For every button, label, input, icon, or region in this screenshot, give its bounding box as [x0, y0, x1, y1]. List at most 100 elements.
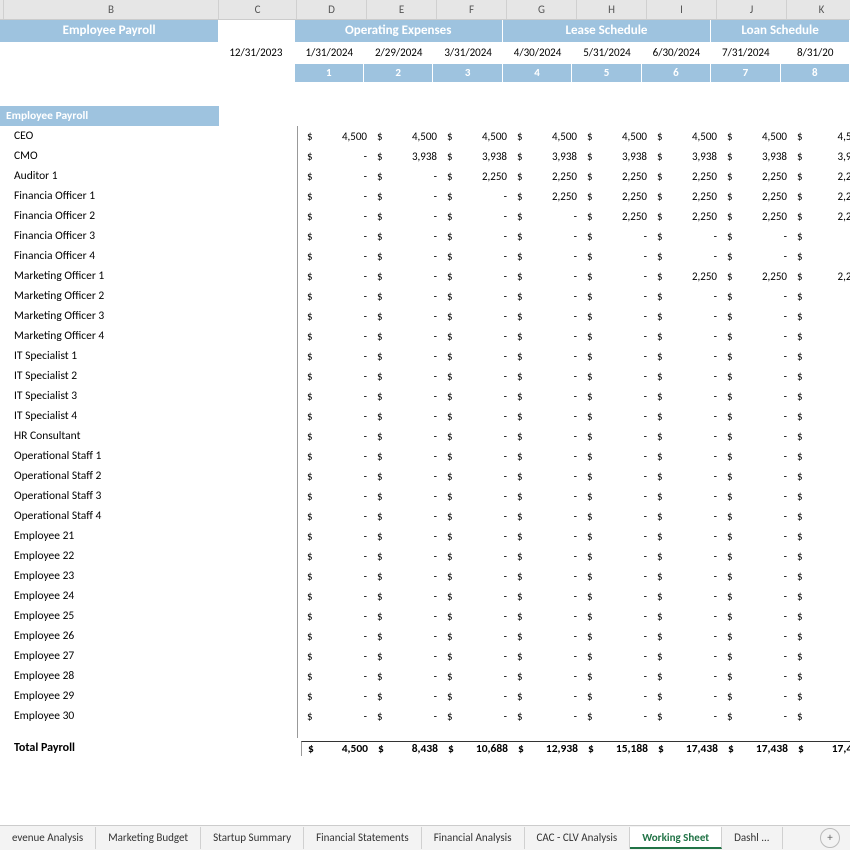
- date-cell[interactable]: 4/30/2024: [503, 42, 572, 64]
- amount-cell[interactable]: $-: [721, 550, 791, 563]
- table-row[interactable]: IT Specialist 2$-$-$-$-$-$-$-$-: [0, 366, 850, 386]
- amount-cell[interactable]: $-: [651, 350, 721, 363]
- amount-cell[interactable]: $-: [441, 710, 511, 723]
- amount-cell[interactable]: $-: [791, 590, 850, 603]
- amount-cell[interactable]: $-: [651, 510, 721, 523]
- amount-cell[interactable]: $-: [371, 630, 441, 643]
- amount-cell[interactable]: $-: [441, 250, 511, 263]
- period-cell[interactable]: 2: [364, 64, 433, 82]
- amount-cell[interactable]: $-: [511, 450, 581, 463]
- amount-cell[interactable]: $-: [581, 290, 651, 303]
- amount-cell[interactable]: $-: [441, 430, 511, 443]
- amount-cell[interactable]: $-: [441, 630, 511, 643]
- amount-cell[interactable]: $-: [301, 230, 371, 243]
- section-tab-lease[interactable]: Lease Schedule: [503, 20, 711, 42]
- date-cell[interactable]: 12/31/2023: [217, 42, 294, 64]
- amount-cell[interactable]: $-: [511, 690, 581, 703]
- table-row[interactable]: Marketing Officer 3$-$-$-$-$-$-$-$-: [0, 306, 850, 326]
- amount-cell[interactable]: $-: [511, 630, 581, 643]
- table-row[interactable]: IT Specialist 1$-$-$-$-$-$-$-$-: [0, 346, 850, 366]
- amount-cell[interactable]: $-: [651, 330, 721, 343]
- date-cell[interactable]: 2/29/2024: [364, 42, 433, 64]
- sheet-tab[interactable]: Financial Analysis: [422, 827, 525, 849]
- total-amount-cell[interactable]: $8,438: [372, 742, 442, 756]
- total-amount-cell[interactable]: $10,688: [442, 742, 512, 756]
- amount-cell[interactable]: $-: [651, 670, 721, 683]
- amount-cell[interactable]: $-: [371, 210, 441, 223]
- amount-cell[interactable]: $-: [441, 270, 511, 283]
- period-cell[interactable]: 4: [503, 64, 572, 82]
- amount-cell[interactable]: $3,938: [371, 150, 441, 163]
- amount-cell[interactable]: $-: [651, 250, 721, 263]
- amount-cell[interactable]: $3,938: [581, 150, 651, 163]
- amount-cell[interactable]: $2,250: [581, 210, 651, 223]
- amount-cell[interactable]: $-: [791, 230, 850, 243]
- amount-cell[interactable]: $-: [651, 610, 721, 623]
- date-cell[interactable]: 8/31/20: [781, 42, 850, 64]
- amount-cell[interactable]: $-: [581, 310, 651, 323]
- amount-cell[interactable]: $2,250: [581, 170, 651, 183]
- amount-cell[interactable]: $-: [721, 450, 791, 463]
- amount-cell[interactable]: $-: [441, 390, 511, 403]
- amount-cell[interactable]: $4,500: [301, 130, 371, 143]
- amount-cell[interactable]: $-: [651, 650, 721, 663]
- amount-cell[interactable]: $-: [371, 290, 441, 303]
- amount-cell[interactable]: $-: [581, 230, 651, 243]
- amount-cell[interactable]: $-: [581, 690, 651, 703]
- amount-cell[interactable]: $-: [441, 290, 511, 303]
- amount-cell[interactable]: $-: [651, 570, 721, 583]
- amount-cell[interactable]: $2,250: [651, 190, 721, 203]
- section-tab-opex[interactable]: Operating Expenses: [295, 20, 503, 42]
- date-cell[interactable]: 5/31/2024: [572, 42, 641, 64]
- amount-cell[interactable]: $-: [371, 470, 441, 483]
- amount-cell[interactable]: $-: [511, 430, 581, 443]
- amount-cell[interactable]: $-: [651, 630, 721, 643]
- table-row[interactable]: Employee 24$-$-$-$-$-$-$-$-: [0, 586, 850, 606]
- amount-cell[interactable]: $-: [301, 390, 371, 403]
- amount-cell[interactable]: $-: [581, 390, 651, 403]
- amount-cell[interactable]: $-: [791, 370, 850, 383]
- amount-cell[interactable]: $4,500: [721, 130, 791, 143]
- amount-cell[interactable]: $-: [791, 410, 850, 423]
- amount-cell[interactable]: $-: [791, 710, 850, 723]
- amount-cell[interactable]: $-: [511, 650, 581, 663]
- sheet-tab[interactable]: evenue Analysis: [0, 827, 96, 849]
- amount-cell[interactable]: $-: [791, 690, 850, 703]
- col-header-c[interactable]: C: [219, 0, 297, 19]
- amount-cell[interactable]: $-: [511, 670, 581, 683]
- sheet-tab[interactable]: Working Sheet: [630, 827, 722, 849]
- amount-cell[interactable]: $-: [441, 210, 511, 223]
- amount-cell[interactable]: $-: [371, 230, 441, 243]
- amount-cell[interactable]: $-: [721, 250, 791, 263]
- amount-cell[interactable]: $2,250: [651, 270, 721, 283]
- amount-cell[interactable]: $-: [441, 570, 511, 583]
- table-row[interactable]: Marketing Officer 4$-$-$-$-$-$-$-$-: [0, 326, 850, 346]
- amount-cell[interactable]: $-: [581, 410, 651, 423]
- amount-cell[interactable]: $-: [441, 450, 511, 463]
- amount-cell[interactable]: $4,500: [651, 130, 721, 143]
- amount-cell[interactable]: $-: [511, 370, 581, 383]
- amount-cell[interactable]: $-: [581, 250, 651, 263]
- amount-cell[interactable]: $-: [721, 410, 791, 423]
- sheet-tab[interactable]: Financial Statements: [304, 827, 422, 849]
- amount-cell[interactable]: $2,25: [791, 190, 850, 203]
- amount-cell[interactable]: $-: [651, 390, 721, 403]
- amount-cell[interactable]: $-: [721, 570, 791, 583]
- amount-cell[interactable]: $-: [581, 330, 651, 343]
- amount-cell[interactable]: $-: [651, 690, 721, 703]
- period-cell[interactable]: 3: [433, 64, 502, 82]
- amount-cell[interactable]: $-: [301, 250, 371, 263]
- amount-cell[interactable]: $-: [301, 450, 371, 463]
- amount-cell[interactable]: $-: [301, 630, 371, 643]
- table-row[interactable]: Operational Staff 4$-$-$-$-$-$-$-$-: [0, 506, 850, 526]
- amount-cell[interactable]: $-: [721, 290, 791, 303]
- amount-cell[interactable]: $-: [371, 550, 441, 563]
- col-header-h[interactable]: H: [577, 0, 647, 19]
- amount-cell[interactable]: $-: [371, 670, 441, 683]
- amount-cell[interactable]: $-: [791, 250, 850, 263]
- period-cell[interactable]: 1: [295, 64, 364, 82]
- amount-cell[interactable]: $-: [581, 610, 651, 623]
- amount-cell[interactable]: $-: [511, 230, 581, 243]
- amount-cell[interactable]: $-: [651, 490, 721, 503]
- col-header-b[interactable]: B: [4, 0, 219, 19]
